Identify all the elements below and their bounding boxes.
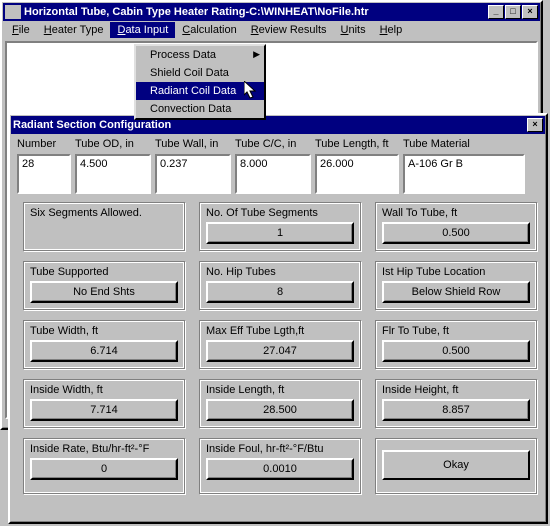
max-eff-tube-lgth-label: Max Eff Tube Lgth,ft: [206, 325, 354, 337]
tube-width-label: Tube Width, ft: [30, 325, 178, 337]
dialog-titlebar: Radiant Section Configuration ×: [11, 116, 545, 134]
menu-review-results[interactable]: Review Results: [244, 22, 334, 38]
inside-width-group: Inside Width, ft 7.714: [23, 379, 185, 428]
tube-length-label: Tube Length, ft: [315, 138, 399, 150]
okay-group: Okay: [375, 438, 537, 494]
inside-rate-button[interactable]: 0: [30, 458, 178, 480]
groups-grid: Six Segments Allowed. No. Of Tube Segmen…: [11, 196, 545, 500]
wall-to-tube-button[interactable]: 0.500: [382, 222, 530, 244]
flr-to-tube-button[interactable]: 0.500: [382, 340, 530, 362]
inside-rate-label: Inside Rate, Btu/hr-ft²-°F: [30, 443, 178, 455]
top-fields-row: Number 28 Tube OD, in 4.500 Tube Wall, i…: [11, 134, 545, 196]
dialog-title: Radiant Section Configuration: [13, 119, 527, 131]
no-tube-segments-group: No. Of Tube Segments 1: [199, 202, 361, 251]
first-hip-tube-loc-label: Ist Hip Tube Location: [382, 266, 530, 278]
submenu-arrow-icon: ▶: [253, 49, 260, 60]
main-titlebar: Horizontal Tube, Cabin Type Heater Ratin…: [3, 3, 540, 21]
tube-supported-label: Tube Supported: [30, 266, 178, 278]
tube-material-input[interactable]: A-106 Gr B: [403, 154, 525, 194]
flr-to-tube-label: Flr To Tube, ft: [382, 325, 530, 337]
wall-to-tube-group: Wall To Tube, ft 0.500: [375, 202, 537, 251]
tube-length-input[interactable]: 26.000: [315, 154, 399, 194]
inside-length-button[interactable]: 28.500: [206, 399, 354, 421]
six-segments-label: Six Segments Allowed.: [30, 207, 178, 219]
number-input[interactable]: 28: [17, 154, 71, 194]
close-button[interactable]: ×: [522, 5, 538, 19]
dialog-window: Radiant Section Configuration × Number 2…: [8, 113, 548, 524]
menu-units[interactable]: Units: [334, 22, 373, 38]
inside-width-button[interactable]: 7.714: [30, 399, 178, 421]
tube-cc-input[interactable]: 8.000: [235, 154, 311, 194]
six-segments-group: Six Segments Allowed.: [23, 202, 185, 251]
menu-heater-type[interactable]: Heater Type: [37, 22, 111, 38]
menu-convection-data[interactable]: Convection Data: [136, 100, 264, 118]
inside-foul-group: Inside Foul, hr-ft²-°F/Btu 0.0010: [199, 438, 361, 494]
okay-button[interactable]: Okay: [382, 450, 530, 480]
max-eff-tube-lgth-button[interactable]: 27.047: [206, 340, 354, 362]
inside-width-label: Inside Width, ft: [30, 384, 178, 396]
tube-width-group: Tube Width, ft 6.714: [23, 320, 185, 369]
no-hip-tubes-button[interactable]: 8: [206, 281, 354, 303]
menu-radiant-coil-data[interactable]: Radiant Coil Data: [136, 82, 264, 100]
app-icon: [5, 5, 21, 19]
inside-length-label: Inside Length, ft: [206, 384, 354, 396]
inside-foul-label: Inside Foul, hr-ft²-°F/Btu: [206, 443, 354, 455]
minimize-button[interactable]: _: [488, 5, 504, 19]
menu-file[interactable]: File: [5, 22, 37, 38]
menu-help[interactable]: Help: [373, 22, 410, 38]
menu-data-input[interactable]: Data Input: [110, 22, 175, 38]
no-tube-segments-label: No. Of Tube Segments: [206, 207, 354, 219]
first-hip-tube-loc-group: Ist Hip Tube Location Below Shield Row: [375, 261, 537, 310]
no-hip-tubes-label: No. Hip Tubes: [206, 266, 354, 278]
inside-rate-group: Inside Rate, Btu/hr-ft²-°F 0: [23, 438, 185, 494]
tube-supported-group: Tube Supported No End Shts: [23, 261, 185, 310]
menu-calculation[interactable]: Calculation: [175, 22, 243, 38]
max-eff-tube-lgth-group: Max Eff Tube Lgth,ft 27.047: [199, 320, 361, 369]
flr-to-tube-group: Flr To Tube, ft 0.500: [375, 320, 537, 369]
inside-foul-button[interactable]: 0.0010: [206, 458, 354, 480]
data-input-dropdown: Process Data ▶ Shield Coil Data Radiant …: [134, 44, 266, 120]
tube-od-label: Tube OD, in: [75, 138, 151, 150]
inside-length-group: Inside Length, ft 28.500: [199, 379, 361, 428]
inside-height-label: Inside Height, ft: [382, 384, 530, 396]
inside-height-button[interactable]: 8.857: [382, 399, 530, 421]
tube-cc-label: Tube C/C, in: [235, 138, 311, 150]
first-hip-tube-loc-button[interactable]: Below Shield Row: [382, 281, 530, 303]
menubar: File Heater Type Data Input Calculation …: [3, 21, 540, 39]
tube-wall-input[interactable]: 0.237: [155, 154, 231, 194]
menu-process-data[interactable]: Process Data ▶: [136, 46, 264, 64]
no-tube-segments-button[interactable]: 1: [206, 222, 354, 244]
main-title: Horizontal Tube, Cabin Type Heater Ratin…: [24, 6, 488, 18]
tube-material-label: Tube Material: [403, 138, 525, 150]
maximize-button[interactable]: □: [505, 5, 521, 19]
dialog-close-button[interactable]: ×: [527, 118, 543, 132]
menu-shield-coil-data[interactable]: Shield Coil Data: [136, 64, 264, 82]
number-label: Number: [17, 138, 71, 150]
inside-height-group: Inside Height, ft 8.857: [375, 379, 537, 428]
no-hip-tubes-group: No. Hip Tubes 8: [199, 261, 361, 310]
tube-supported-button[interactable]: No End Shts: [30, 281, 178, 303]
tube-od-input[interactable]: 4.500: [75, 154, 151, 194]
wall-to-tube-label: Wall To Tube, ft: [382, 207, 530, 219]
tube-width-button[interactable]: 6.714: [30, 340, 178, 362]
tube-wall-label: Tube Wall, in: [155, 138, 231, 150]
